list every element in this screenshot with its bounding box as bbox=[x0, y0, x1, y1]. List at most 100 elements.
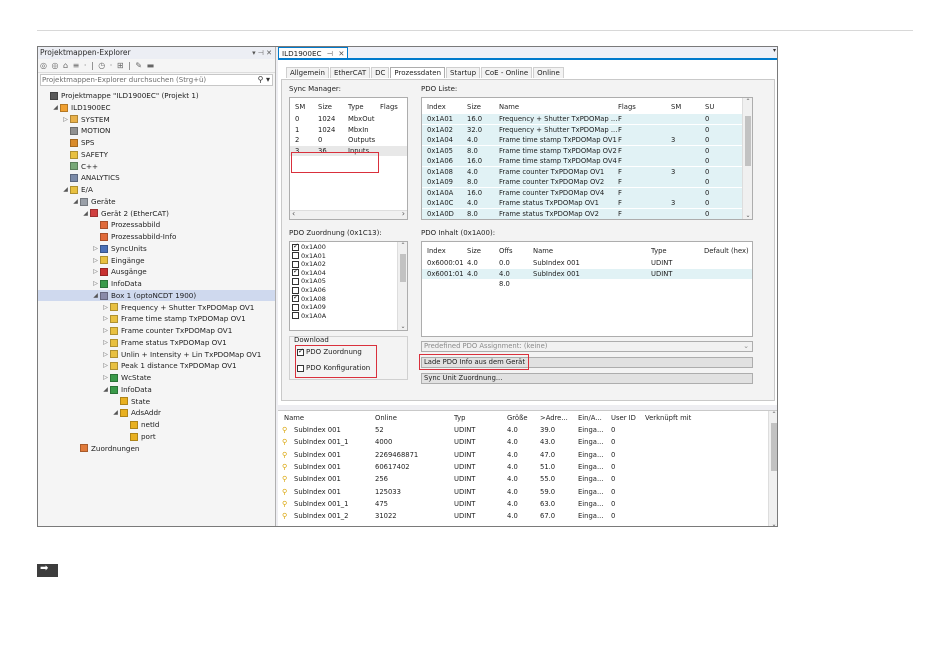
expand-arrow-icon[interactable]: ◢ bbox=[61, 184, 70, 196]
column-header[interactable]: SU bbox=[705, 102, 714, 112]
column-header[interactable]: Index bbox=[427, 246, 446, 256]
table-row[interactable]: 0x1A01 16.0 Frequency + Shutter TxPDOMap .… bbox=[422, 114, 742, 124]
expand-arrow-icon[interactable]: ▷ bbox=[101, 325, 110, 337]
column-header[interactable]: Index bbox=[427, 102, 446, 112]
explorer-window-buttons[interactable]: ▾ ⊣ ✕ bbox=[252, 47, 272, 59]
variable-row[interactable]: ⚲ SubIndex 001 60617402 UDINT 4.0 51.0 Einga..… bbox=[278, 461, 758, 473]
expand-arrow-icon[interactable]: ▷ bbox=[101, 349, 110, 361]
table-row[interactable]: 0x1A04 4.0 Frame time stamp TxPDOMap OV1 F 3… bbox=[422, 135, 742, 145]
column-header[interactable]: Verknüpft mit bbox=[645, 414, 691, 422]
pdo-assignment-item[interactable]: 0x1A0A bbox=[292, 312, 326, 321]
tab-overflow-icon[interactable]: ▾ bbox=[773, 47, 776, 54]
expand-arrow-icon[interactable]: ▷ bbox=[91, 243, 100, 255]
column-header[interactable]: Typ bbox=[454, 414, 465, 422]
pdo-assignment-checkbox[interactable] bbox=[292, 277, 299, 285]
tree-item[interactable]: Prozessabbild bbox=[91, 219, 160, 231]
expand-arrow-icon[interactable]: ◢ bbox=[81, 208, 90, 220]
scroll-down-icon[interactable]: ⌄ bbox=[398, 323, 407, 330]
pdo-assignment-checkbox[interactable] bbox=[292, 242, 299, 251]
expand-arrow-icon[interactable]: ▷ bbox=[101, 313, 110, 325]
document-tab[interactable]: ILD1900EC ⊣ ✕ bbox=[278, 47, 349, 58]
table-row[interactable]: 1 1024 MbxIn bbox=[290, 125, 407, 135]
scroll-thumb[interactable] bbox=[771, 423, 777, 471]
tree-item[interactable]: Zuordnungen bbox=[71, 443, 139, 455]
column-header[interactable]: User ID bbox=[611, 414, 636, 422]
tree-item[interactable]: SAFETY bbox=[61, 149, 108, 161]
pdo-content-grid[interactable]: Index Size Offs Name Type Default (hex) 0x6000… bbox=[421, 241, 753, 337]
column-header[interactable]: Online bbox=[375, 414, 397, 422]
expand-arrow-icon[interactable]: ▷ bbox=[101, 372, 110, 384]
tree-item[interactable]: ▷ InfoData bbox=[91, 278, 142, 290]
tab-config[interactable]: Prozessdaten bbox=[390, 67, 446, 78]
variable-row[interactable]: ⚲ SubIndex 001_1 475 UDINT 4.0 63.0 Einga... 0 bbox=[278, 498, 758, 510]
variable-row[interactable]: ⚲ SubIndex 001_1 4000 UDINT 4.0 43.0 Einga... 0 bbox=[278, 436, 758, 448]
scroll-right-icon[interactable]: › bbox=[402, 209, 405, 218]
column-header[interactable]: Flags bbox=[618, 102, 636, 112]
tree-item[interactable]: ▷ Frame status TxPDOMap OV1 bbox=[101, 337, 227, 349]
sync-unit-assignment-button[interactable]: Sync Unit Zuordnung... bbox=[421, 373, 753, 384]
scroll-up-icon[interactable]: ⌃ bbox=[743, 98, 752, 105]
expand-arrow-icon[interactable]: ◢ bbox=[111, 407, 120, 419]
expand-arrow-icon[interactable]: ▷ bbox=[101, 360, 110, 372]
pdo-assignment-checkbox[interactable] bbox=[292, 312, 299, 320]
tab-config[interactable]: Startup bbox=[446, 67, 481, 78]
table-row[interactable]: 0x1A0C 4.0 Frame status TxPDOMap OV1 F 3 0 bbox=[422, 198, 742, 208]
column-header[interactable]: Type bbox=[651, 246, 667, 256]
tree-item[interactable]: ▷ WcState bbox=[101, 372, 151, 384]
column-header[interactable]: Flags bbox=[380, 102, 398, 112]
variable-row[interactable]: ⚲ SubIndex 001 125033 UDINT 4.0 59.0 Einga... 0 bbox=[278, 486, 758, 498]
variable-row[interactable]: ⚲ SubIndex 001_2 31022 UDINT 4.0 67.0 Einga...… bbox=[278, 510, 758, 522]
table-row[interactable]: 0x1A05 8.0 Frame time stamp TxPDOMap OV2 F 0 bbox=[422, 145, 742, 156]
table-row[interactable]: 0x1A08 4.0 Frame counter TxPDOMap OV1 F 3 0 bbox=[422, 166, 742, 177]
tree-item[interactable]: Projektmappe "ILD1900EC" (Projekt 1) bbox=[41, 90, 199, 102]
tree-item[interactable]: C++ bbox=[61, 161, 98, 173]
expand-arrow-icon[interactable]: ▷ bbox=[101, 337, 110, 349]
column-header[interactable]: Ein/A... bbox=[578, 414, 602, 422]
table-row[interactable]: 0x1A06 16.0 Frame time stamp TxPDOMap OV4 F… bbox=[422, 156, 742, 166]
scroll-down-icon[interactable]: ⌄ bbox=[743, 212, 752, 219]
table-row[interactable]: 0x1A0A 16.0 Frame counter TxPDOMap OV4 F 0 bbox=[422, 187, 742, 198]
explorer-toolbar[interactable]: ◎ ◎ ⌂ ≡ · | ◷ · ⊞ | ✎ ▬ bbox=[38, 59, 275, 73]
tab-config[interactable]: DC bbox=[371, 67, 390, 78]
column-header[interactable]: Offs bbox=[499, 246, 513, 256]
tree-item[interactable]: ◢ Geräte bbox=[71, 196, 115, 208]
column-header[interactable]: Size bbox=[467, 246, 481, 256]
tree-item[interactable]: ▷ SYSTEM bbox=[61, 114, 109, 126]
tree-item[interactable]: ◢ Box 1 (optoNCDT 1900) bbox=[38, 289, 275, 302]
table-row[interactable]: 0x6001:01 4.0 4.0 SubIndex 001 UDINT bbox=[422, 268, 752, 279]
pdo-assignment-list[interactable]: 0x1A000x1A010x1A020x1A040x1A050x1A060x1A… bbox=[289, 241, 408, 331]
tree-item[interactable]: port bbox=[121, 431, 156, 443]
column-header[interactable]: SM bbox=[295, 102, 305, 112]
tree-item[interactable]: ▷ Unlin + Intensity + Lin TxPDOMap OV1 bbox=[101, 349, 261, 361]
tree-item[interactable]: ANALYTICS bbox=[61, 172, 120, 184]
column-header[interactable]: Name bbox=[284, 414, 304, 422]
tab-config[interactable]: EtherCAT bbox=[329, 67, 371, 78]
scroll-down-icon[interactable]: ⌄ bbox=[769, 521, 777, 526]
tree-item[interactable]: ▷ Frequency + Shutter TxPDOMap OV1 bbox=[101, 302, 254, 314]
tree-item[interactable]: SPS bbox=[61, 137, 94, 149]
table-row[interactable]: 0x1A02 32.0 Frequency + Shutter TxPDOMap .… bbox=[422, 124, 742, 135]
explorer-search-input[interactable]: Projektmappen-Explorer durchsuchen (Strg… bbox=[40, 74, 273, 86]
tab-config[interactable]: Allgemein bbox=[286, 67, 329, 78]
scroll-thumb[interactable] bbox=[745, 116, 751, 166]
column-header[interactable]: Size bbox=[318, 102, 332, 112]
predefined-pdo-assignment-select[interactable]: Predefined PDO Assignment: (keine) ⌄ bbox=[421, 341, 753, 352]
tree-item[interactable]: ▷ SyncUnits bbox=[91, 243, 147, 255]
expand-arrow-icon[interactable]: ▷ bbox=[91, 278, 100, 290]
tree-item[interactable]: netId bbox=[121, 419, 159, 431]
tree-item[interactable]: ◢ E/A bbox=[61, 184, 93, 196]
tree-item[interactable]: ▷ Ausgänge bbox=[91, 266, 147, 278]
column-header[interactable]: Name bbox=[533, 246, 553, 256]
tab-config[interactable]: CoE - Online bbox=[481, 67, 533, 78]
tree-item[interactable]: Prozessabbild-Info bbox=[91, 231, 176, 243]
table-row[interactable]: 0x6000:01 4.0 0.0 SubIndex 001 UDINT bbox=[422, 258, 752, 268]
column-header[interactable]: Größe bbox=[507, 414, 528, 422]
variable-row[interactable]: ⚲ SubIndex 001 52 UDINT 4.0 39.0 Einga... 0 bbox=[278, 424, 758, 436]
table-row[interactable]: 0x1A09 8.0 Frame counter TxPDOMap OV2 F 0 bbox=[422, 177, 742, 187]
tree-item[interactable]: ◢ Gerät 2 (EtherCAT) bbox=[81, 208, 169, 220]
column-header[interactable]: Type bbox=[348, 102, 364, 112]
expand-arrow-icon[interactable]: ◢ bbox=[71, 196, 80, 208]
scroll-left-icon[interactable]: ‹ bbox=[292, 209, 295, 218]
expand-arrow-icon[interactable]: ◢ bbox=[101, 384, 110, 396]
pin-icon[interactable]: ⊣ bbox=[327, 49, 333, 58]
